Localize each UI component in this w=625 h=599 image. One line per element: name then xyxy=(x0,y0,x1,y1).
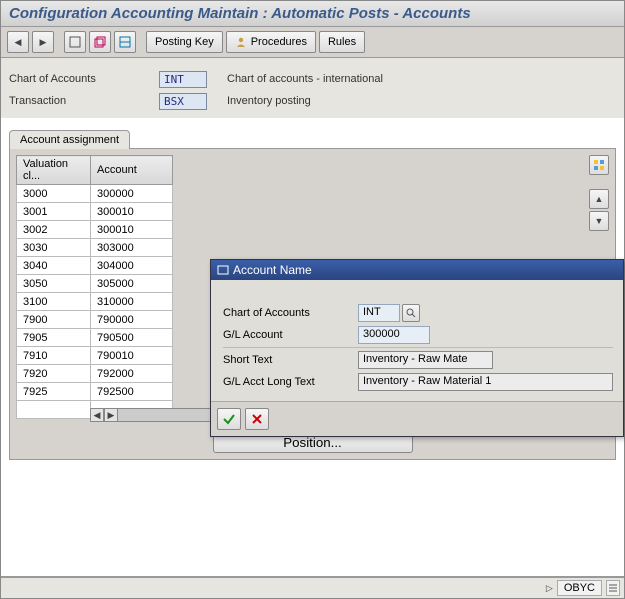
grid-icon xyxy=(593,159,605,171)
dlg-coa-label: Chart of Accounts xyxy=(223,307,358,319)
table-row[interactable]: 3100310000 xyxy=(17,293,173,311)
cell-valuation-class[interactable]: 7910 xyxy=(17,347,91,365)
copy-button[interactable] xyxy=(89,31,111,53)
dlg-glacct-value: 300000 xyxy=(358,326,430,344)
procedures-button[interactable]: Procedures xyxy=(226,31,316,53)
cell-account[interactable]: 790500 xyxy=(91,329,173,347)
cell-valuation-class[interactable]: 7920 xyxy=(17,365,91,383)
posting-key-button[interactable]: Posting Key xyxy=(146,31,223,53)
table-row[interactable]: 3002300010 xyxy=(17,221,173,239)
cell-account[interactable]: 792500 xyxy=(91,383,173,401)
cell-valuation-class[interactable]: 7925 xyxy=(17,383,91,401)
nav-forward-button[interactable]: ▶ xyxy=(32,31,54,53)
dlg-long-label: G/L Acct Long Text xyxy=(223,376,358,388)
cell-account[interactable]: 300010 xyxy=(91,221,173,239)
cell-valuation-class[interactable]: 7900 xyxy=(17,311,91,329)
cell-account[interactable]: 792000 xyxy=(91,365,173,383)
close-icon xyxy=(251,413,263,425)
table-row[interactable]: 7925792500 xyxy=(17,383,173,401)
table-row[interactable]: 3000300000 xyxy=(17,185,173,203)
status-expand-icon[interactable]: ▷ xyxy=(546,583,553,594)
coa-value: INT xyxy=(159,71,207,88)
dlg-long-value: Inventory - Raw Material 1 xyxy=(358,373,613,391)
transaction-label: Transaction xyxy=(9,95,159,107)
window-icon xyxy=(217,264,229,276)
cell-account[interactable]: 790010 xyxy=(91,347,173,365)
table-row[interactable]: 7900790000 xyxy=(17,311,173,329)
table-row[interactable]: 3030303000 xyxy=(17,239,173,257)
nav-back-button[interactable]: ◀ xyxy=(7,31,29,53)
coa-label: Chart of Accounts xyxy=(9,73,159,85)
cell-valuation-class[interactable] xyxy=(17,401,91,419)
cell-account[interactable]: 304000 xyxy=(91,257,173,275)
person-icon xyxy=(235,36,247,48)
cell-valuation-class[interactable]: 7905 xyxy=(17,329,91,347)
transaction-desc: Inventory posting xyxy=(227,95,311,107)
table-row[interactable]: 7910790010 xyxy=(17,347,173,365)
cell-account[interactable]: 310000 xyxy=(91,293,173,311)
search-help-icon xyxy=(406,308,416,318)
dlg-short-label: Short Text xyxy=(223,354,358,366)
cell-valuation-class[interactable]: 3040 xyxy=(17,257,91,275)
cell-valuation-class[interactable]: 3050 xyxy=(17,275,91,293)
new-entries-button[interactable] xyxy=(64,31,86,53)
dlg-coa-search-help[interactable] xyxy=(402,304,420,322)
hscroll-left-1[interactable]: ◀ xyxy=(90,408,104,422)
delete-button[interactable] xyxy=(114,31,136,53)
cell-account[interactable]: 300000 xyxy=(91,185,173,203)
table-settings-button[interactable] xyxy=(589,155,609,175)
status-bar: ▷ OBYC xyxy=(1,576,624,598)
section-tab-account-assignment: Account assignment xyxy=(9,130,130,149)
status-tcode: OBYC xyxy=(557,580,602,596)
hscroll-right-1[interactable]: ▶ xyxy=(104,408,118,422)
cell-valuation-class[interactable]: 3002 xyxy=(17,221,91,239)
cell-valuation-class[interactable]: 3030 xyxy=(17,239,91,257)
cell-account[interactable]: 303000 xyxy=(91,239,173,257)
dlg-short-value: Inventory - Raw Mate xyxy=(358,351,493,369)
cell-valuation-class[interactable]: 3001 xyxy=(17,203,91,221)
rules-button[interactable]: Rules xyxy=(319,31,365,53)
dlg-coa-value: INT xyxy=(358,304,400,322)
scroll-down-button[interactable]: ▼ xyxy=(589,211,609,231)
table-row[interactable]: 3040304000 xyxy=(17,257,173,275)
table-row[interactable]: 3001300010 xyxy=(17,203,173,221)
header-form: Chart of Accounts INT Chart of accounts … xyxy=(1,58,624,118)
transaction-value: BSX xyxy=(159,93,207,110)
col-account[interactable]: Account xyxy=(91,156,173,185)
col-valuation-class[interactable]: Valuation cl... xyxy=(17,156,91,185)
cell-account[interactable]: 790000 xyxy=(91,311,173,329)
account-name-dialog: Account Name Chart of Accounts INT G/L A… xyxy=(210,259,624,437)
cell-valuation-class[interactable]: 3100 xyxy=(17,293,91,311)
dlg-cancel-button[interactable] xyxy=(245,408,269,430)
cell-account[interactable]: 305000 xyxy=(91,275,173,293)
cell-valuation-class[interactable]: 3000 xyxy=(17,185,91,203)
dlg-ok-button[interactable] xyxy=(217,408,241,430)
dialog-title-bar[interactable]: Account Name xyxy=(211,260,623,280)
scroll-up-button[interactable]: ▲ xyxy=(589,189,609,209)
account-table[interactable]: Valuation cl... Account 3000300000300130… xyxy=(16,155,173,419)
list-icon xyxy=(608,583,618,593)
dialog-title-text: Account Name xyxy=(233,263,312,277)
table-row[interactable]: 7905790500 xyxy=(17,329,173,347)
app-toolbar: ◀ ▶ Posting Key Procedures Rules xyxy=(1,27,624,58)
check-icon xyxy=(222,412,236,426)
cell-account[interactable]: 300010 xyxy=(91,203,173,221)
table-row[interactable]: 7920792000 xyxy=(17,365,173,383)
page-title: Configuration Accounting Maintain : Auto… xyxy=(1,1,624,27)
table-row[interactable]: 3050305000 xyxy=(17,275,173,293)
procedures-label: Procedures xyxy=(251,36,307,48)
dlg-glacct-label: G/L Account xyxy=(223,329,358,341)
status-menu-button[interactable] xyxy=(606,580,620,596)
coa-desc: Chart of accounts - international xyxy=(227,73,383,85)
